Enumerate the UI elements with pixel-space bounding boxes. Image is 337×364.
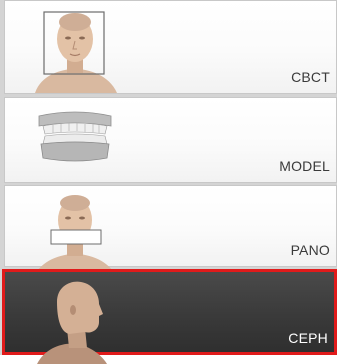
cbct-head-icon	[35, 11, 117, 93]
pano-head-icon	[33, 195, 117, 278]
scan-mode-model[interactable]: MODEL	[4, 97, 337, 183]
scan-mode-label: MODEL	[279, 158, 330, 174]
scan-mode-list: CBCT MODEL PANO CEPH	[0, 0, 337, 364]
scan-mode-label: CEPH	[288, 330, 328, 346]
scan-mode-label: PANO	[290, 242, 330, 258]
scan-mode-cbct[interactable]: CBCT	[4, 0, 337, 94]
dental-model-icon	[38, 111, 112, 162]
scan-mode-pano[interactable]: PANO	[4, 185, 337, 278]
scan-mode-ceph[interactable]: CEPH	[2, 269, 337, 364]
ceph-profile-icon	[37, 281, 107, 364]
scan-mode-label: CBCT	[291, 69, 330, 85]
